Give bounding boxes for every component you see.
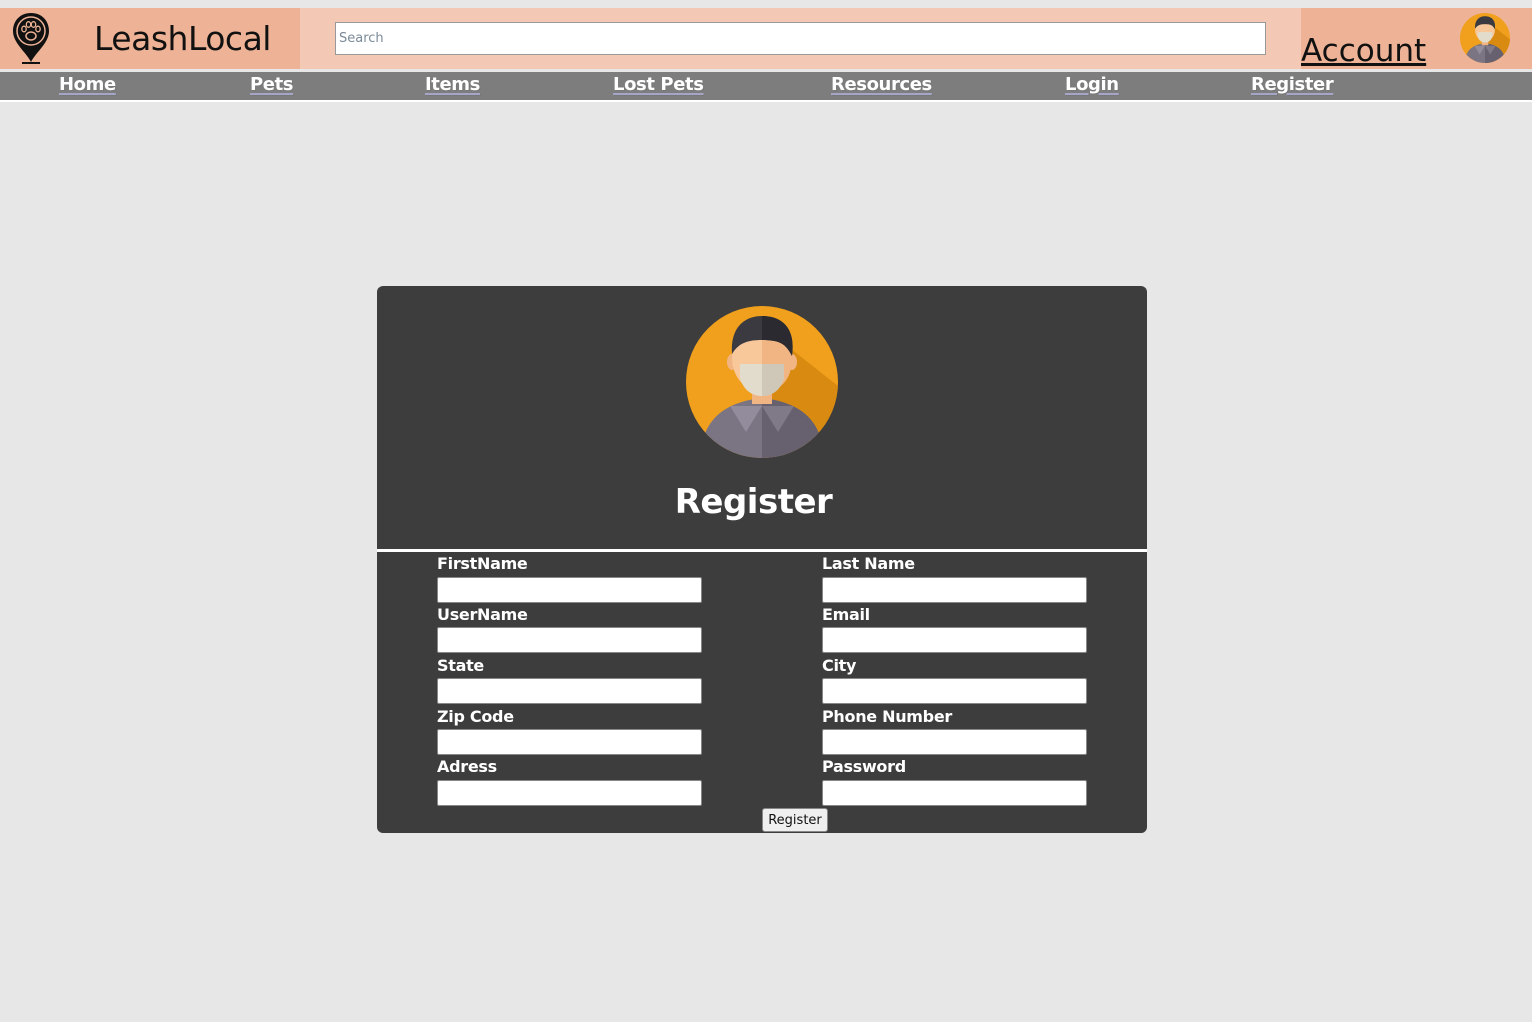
email-input[interactable] — [822, 627, 1087, 653]
nav-register[interactable]: Register — [1251, 74, 1334, 95]
city-label: City — [822, 656, 857, 675]
password-input[interactable] — [822, 780, 1087, 806]
brand-name[interactable]: LeashLocal — [94, 19, 271, 58]
lastname-input[interactable] — [822, 577, 1087, 603]
email-label: Email — [822, 605, 870, 624]
password-label: Password — [822, 757, 906, 776]
firstname-label: FirstName — [437, 554, 528, 573]
nav-items[interactable]: Items — [425, 74, 480, 95]
phone-label: Phone Number — [822, 707, 952, 726]
address-input[interactable] — [437, 780, 702, 806]
divider — [377, 549, 1147, 552]
address-label: Adress — [437, 757, 497, 776]
zipcode-input[interactable] — [437, 729, 702, 755]
register-title: Register — [674, 482, 833, 522]
register-card: Register FirstName UserName State Zip Co… — [377, 286, 1147, 833]
nav-home[interactable]: Home — [59, 74, 116, 95]
state-label: State — [437, 656, 484, 675]
paw-location-pin-icon[interactable] — [12, 12, 50, 64]
zipcode-label: Zip Code — [437, 707, 514, 726]
masked-person-avatar-icon — [686, 306, 838, 458]
username-input[interactable] — [437, 627, 702, 653]
firstname-input[interactable] — [437, 577, 702, 603]
register-button[interactable]: Register — [762, 808, 828, 832]
nav-resources[interactable]: Resources — [831, 74, 932, 95]
city-input[interactable] — [822, 678, 1087, 704]
lastname-label: Last Name — [822, 554, 915, 573]
username-label: UserName — [437, 605, 528, 624]
state-input[interactable] — [437, 678, 702, 704]
account-avatar-icon[interactable] — [1460, 13, 1510, 63]
phone-input[interactable] — [822, 729, 1087, 755]
nav-lost-pets[interactable]: Lost Pets — [613, 74, 704, 95]
nav-login[interactable]: Login — [1065, 74, 1119, 95]
account-link[interactable]: Account — [1301, 33, 1426, 69]
nav-pets[interactable]: Pets — [250, 74, 294, 95]
search-input[interactable] — [335, 22, 1266, 55]
